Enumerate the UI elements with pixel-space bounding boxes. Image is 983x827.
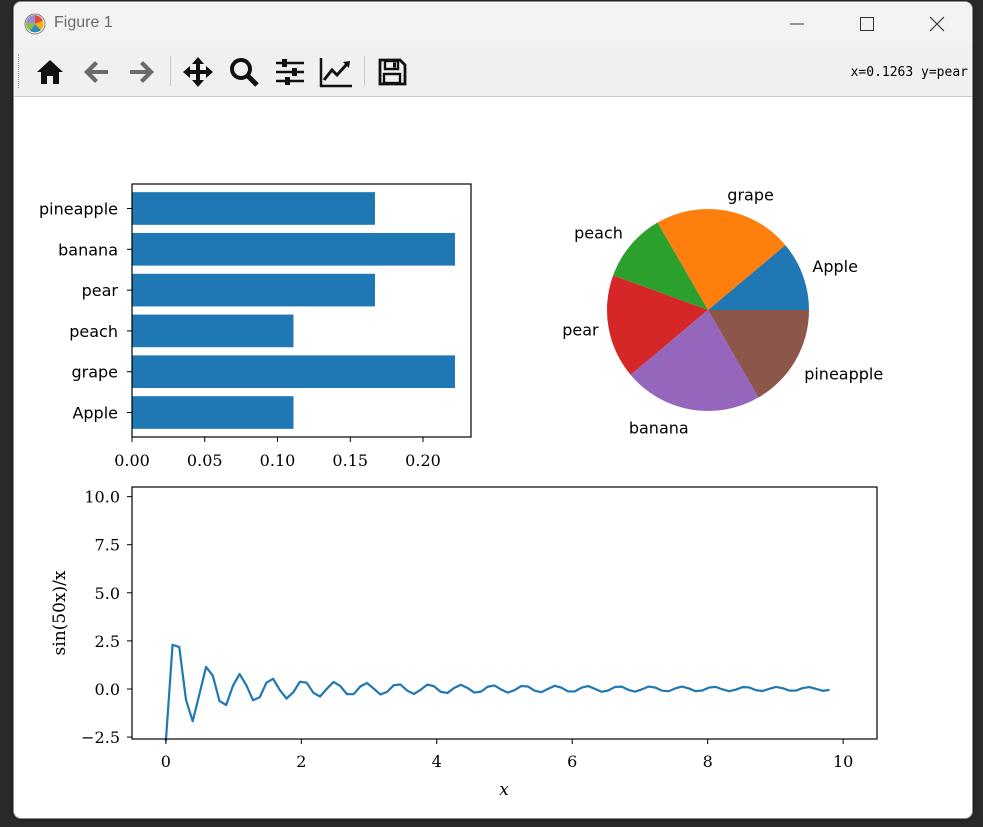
pie-label: peach (574, 224, 623, 243)
bar-banana (132, 232, 455, 266)
bar-xtick-label: 0.00 (114, 451, 150, 470)
line-xtick-label: 0 (161, 752, 171, 771)
bar-xtick-label: 0.05 (187, 451, 223, 470)
navigation-toolbar: x=0.1263 y=pear (14, 46, 972, 97)
figure-window: Figure 1 x=0.1263 y=pear Apple grape pea… (13, 1, 973, 819)
line-xtick-label: 8 (703, 752, 713, 771)
bar-ytick-label: banana (58, 240, 118, 259)
line-ytick-label: 7.5 (95, 536, 120, 555)
close-icon (929, 16, 945, 32)
line-xtick-label: 4 (432, 752, 442, 771)
pie-label: Apple (812, 257, 858, 276)
line-y-axis-label: sin(50x)/x (50, 570, 70, 655)
bar-pear (132, 273, 375, 307)
figure-svg: Applegrapepeachpearbananapineapple 0.00 0… (39, 183, 883, 800)
home-icon (37, 60, 63, 84)
back-button[interactable] (78, 54, 114, 90)
line-xtick-label: 2 (296, 752, 306, 771)
cursor-coordinates: x=0.1263 y=pear (850, 65, 968, 80)
line-ytick-label: −2.5 (81, 728, 120, 747)
pie-label: grape (727, 186, 774, 205)
home-button[interactable] (32, 54, 68, 90)
bar-chart-axes: Apple grape peach pear banana pineapple 0.00 0… (39, 183, 472, 470)
magnifier-icon (230, 58, 259, 87)
arrow-left-icon (84, 61, 108, 83)
bar-xtick-label: 0.10 (260, 451, 296, 470)
maximize-button[interactable] (832, 2, 902, 46)
figure-canvas: Apple grape peach pear banana pineapple 0.00 0… (14, 97, 972, 818)
bar-ytick-label: grape (71, 363, 118, 382)
forward-button[interactable] (124, 54, 160, 90)
bar-xtick-label: 0.20 (405, 451, 441, 470)
line-axes-frame (131, 486, 878, 740)
minimize-icon (790, 23, 804, 25)
zoom-button[interactable] (226, 54, 262, 90)
close-button[interactable] (902, 2, 972, 46)
line-x-axis-label: x (499, 780, 509, 800)
pan-button[interactable] (180, 54, 216, 90)
pie-label: banana (629, 418, 689, 437)
bar-ytick-label: pineapple (39, 199, 118, 218)
bar-apple (132, 396, 294, 429)
bar-grape (132, 355, 455, 389)
bar-ytick-label: peach (69, 322, 118, 341)
line-xtick-label: 10 (833, 752, 853, 771)
minimize-button[interactable] (762, 2, 832, 46)
line-xtick-label: 6 (567, 752, 577, 771)
bar-peach (132, 314, 294, 348)
line-ytick-label: 10.0 (84, 488, 120, 507)
maximize-icon (860, 17, 874, 31)
toolbar-grip (18, 54, 21, 88)
toolbar-separator (170, 56, 171, 86)
title-bar: Figure 1 (14, 2, 972, 46)
line-chart-icon (319, 58, 352, 88)
pie-label: pear (562, 320, 599, 339)
line-ytick-label: 5.0 (95, 584, 120, 603)
bar-ytick-label: pear (82, 281, 119, 300)
toolbar-separator (364, 56, 365, 86)
line-chart-axes: 0 2 4 6 8 10 −2.5 0.0 2.5 5.0 7.5 10.0 x sin(50x)/… (50, 486, 878, 800)
bar-xtick-label: 0.15 (332, 451, 368, 470)
sliders-icon (276, 59, 304, 85)
pie-label: pineapple (804, 365, 883, 384)
line-ytick-label: 0.0 (95, 680, 120, 699)
window-title: Figure 1 (54, 14, 113, 31)
bar-ytick-label: Apple (72, 404, 118, 423)
pie-chart-axes: Apple grape peach pear banana pineapple (562, 186, 883, 438)
sinc-series-line (164, 643, 830, 742)
bar-pineapple (132, 192, 375, 225)
move-arrows-icon (183, 57, 213, 87)
edit-axes-button[interactable] (318, 54, 354, 90)
line-ytick-label: 2.5 (95, 632, 120, 651)
arrow-right-icon (130, 61, 154, 83)
configure-subplots-button[interactable] (272, 54, 308, 90)
matplotlib-logo-icon (24, 13, 46, 35)
save-button[interactable] (374, 54, 410, 90)
floppy-disk-icon (378, 58, 407, 86)
